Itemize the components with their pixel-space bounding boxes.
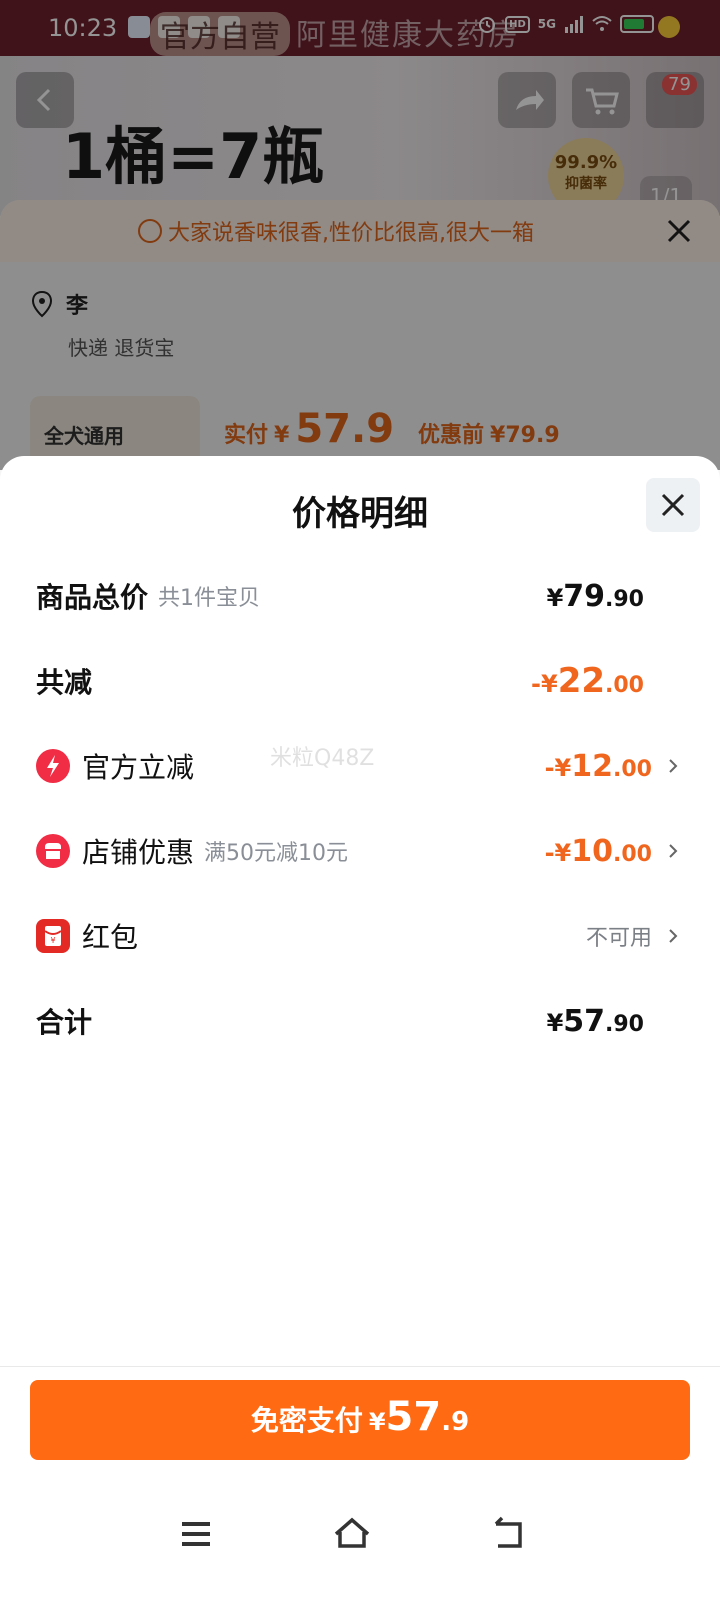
row-shop-discount[interactable]: 店铺优惠 满50元减10元 -¥ 10 .00 (36, 826, 680, 876)
amount-dec: .00 (605, 673, 644, 698)
amount-int: 10 (571, 833, 614, 869)
currency-symbol: -¥ (531, 670, 558, 698)
row-total: 商品总价 共1件宝贝 ¥ 79 .90 (36, 571, 680, 621)
row-label: 商品总价 (36, 581, 149, 614)
menu-icon[interactable] (172, 1510, 220, 1558)
red-packet-icon: ¥ (36, 919, 70, 953)
amount-dec: .00 (613, 841, 652, 867)
amount-int: 79 (563, 578, 606, 614)
chevron-right-icon (669, 844, 678, 858)
pay-button-label: 免密支付 (250, 1404, 363, 1437)
close-icon (661, 493, 685, 517)
home-icon[interactable] (328, 1510, 376, 1558)
row-red-packet[interactable]: ¥ 红包 不可用 (36, 911, 680, 961)
amount-dec: .9 (441, 1407, 470, 1437)
svg-text:¥: ¥ (50, 936, 55, 945)
chevron-right-icon (669, 759, 678, 773)
sum-amount: ¥ 57 .90 (547, 1004, 644, 1039)
amount-int: 22 (557, 661, 606, 701)
row-label: 合计 (36, 1006, 93, 1039)
amount-int: 57 (563, 1003, 606, 1039)
currency-symbol: ¥ (546, 1008, 564, 1037)
amount-int: 12 (571, 748, 614, 784)
amount-int: 57 (385, 1394, 442, 1440)
row-label: 官方立减 (82, 751, 195, 784)
watermark: 米粒Q48Z (270, 746, 375, 771)
amount-dec: .90 (605, 1011, 644, 1037)
system-nav-bar (0, 1480, 720, 1600)
amount-dec: .90 (605, 586, 644, 612)
row-reduce: 共减 -¥ 22 .00 (36, 656, 680, 706)
currency-symbol: -¥ (544, 838, 572, 867)
row-sub: 共1件宝贝 (158, 586, 261, 611)
row-label: 共减 (36, 666, 93, 699)
red-packet-status: 不可用 (586, 920, 680, 952)
close-button[interactable] (646, 478, 700, 532)
sheet-title: 价格明细 (292, 494, 428, 534)
currency-symbol: -¥ (544, 753, 572, 782)
row-label: 店铺优惠 (82, 836, 195, 869)
dim-overlay[interactable] (0, 0, 720, 470)
row-sum: 合计 ¥ 57 .90 (36, 996, 680, 1046)
reduce-amount: -¥ 22 .00 (531, 661, 644, 701)
password-free-pay-button[interactable]: 免密支付 ¥ 57 .9 (30, 1380, 690, 1460)
divider (0, 1366, 720, 1367)
total-amount: ¥ 79 .90 (547, 579, 644, 614)
currency-symbol: ¥ (368, 1408, 386, 1436)
back-icon[interactable] (484, 1510, 532, 1558)
official-amount: -¥ 12 .00 (545, 749, 652, 784)
lightning-icon (36, 749, 70, 783)
row-sub: 满50元减10元 (204, 841, 349, 866)
shop-amount: -¥ 10 .00 (545, 834, 652, 869)
shop-icon (36, 834, 70, 868)
currency-symbol: ¥ (546, 583, 564, 612)
status-text: 不可用 (585, 926, 652, 951)
amount-dec: .00 (613, 756, 652, 782)
row-label: 红包 (82, 921, 139, 954)
chevron-right-icon (669, 929, 678, 943)
